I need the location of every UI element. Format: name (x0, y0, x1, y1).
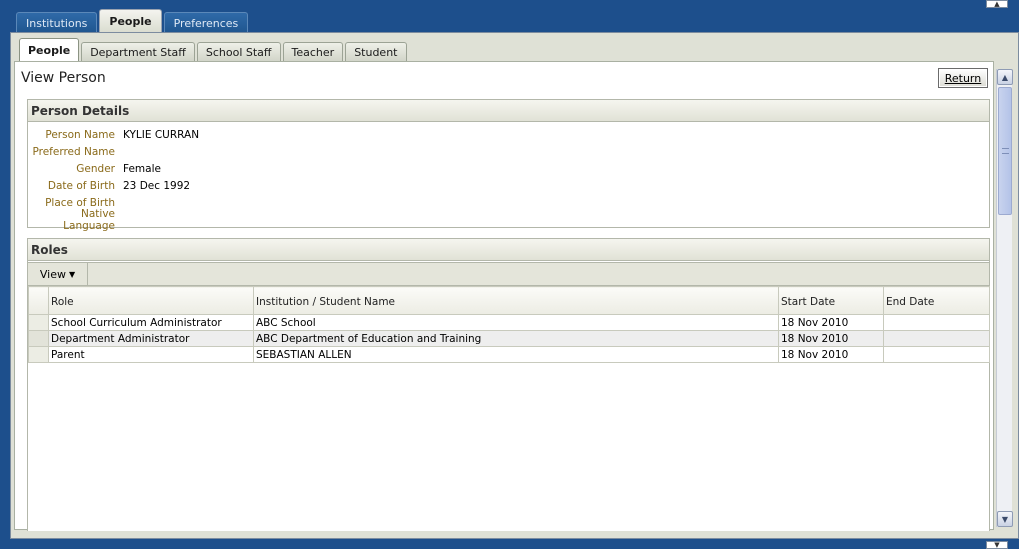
subtab-people[interactable]: People (19, 38, 80, 61)
field-place-of-birth: Place of Birth (28, 194, 989, 211)
tab-preferences[interactable]: Preferences (163, 12, 249, 33)
tab-institutions[interactable]: Institutions (16, 12, 98, 33)
content-area: View Person Return Person Details Person… (14, 61, 994, 531)
column-header-institution[interactable]: Institution / Student Name (253, 286, 779, 315)
end-date-cell (883, 346, 990, 363)
institution-cell: ABC Department of Education and Training (253, 330, 779, 347)
field-value: 23 Dec 1992 (123, 179, 191, 192)
table-row[interactable]: Parent SEBASTIAN ALLEN 18 Nov 2010 (28, 346, 990, 363)
table-row[interactable]: Department Administrator ABC Department … (28, 330, 990, 347)
row-selector-header (28, 286, 49, 315)
institution-cell: ABC School (253, 314, 779, 331)
institution-cell: SEBASTIAN ALLEN (253, 346, 779, 363)
subtab-school-staff[interactable]: School Staff (196, 42, 281, 61)
caret-down-icon: ▼ (68, 270, 76, 279)
window-up-button[interactable]: ▲ (986, 0, 1008, 8)
field-label: Native Language (63, 207, 115, 232)
row-selector[interactable] (28, 330, 49, 347)
window-down-button[interactable]: ▼ (986, 541, 1008, 549)
start-date-cell: 18 Nov 2010 (778, 314, 884, 331)
roles-toolbar: View ▼ (28, 262, 989, 286)
triangle-up-icon[interactable]: ▲ (997, 69, 1013, 85)
view-menu-label: View (39, 268, 66, 281)
table-row[interactable]: School Curriculum Administrator ABC Scho… (28, 314, 990, 331)
grip-icon (1002, 148, 1009, 154)
field-date-of-birth: Date of Birth 23 Dec 1992 (28, 177, 989, 194)
main-frame: People Department Staff School Staff Tea… (10, 32, 1019, 539)
triangle-down-icon[interactable]: ▼ (997, 511, 1013, 527)
start-date-cell: 18 Nov 2010 (778, 330, 884, 347)
vertical-scrollbar[interactable]: ▲ ▼ (996, 69, 1013, 527)
field-label: Gender (76, 162, 115, 175)
field-value: Female (123, 162, 161, 175)
scrollbar-thumb[interactable] (998, 87, 1012, 215)
subtab-teacher[interactable]: Teacher (282, 42, 344, 61)
sub-tab-bar: People Department Staff School Staff Tea… (19, 37, 409, 61)
tab-people[interactable]: People (99, 9, 162, 33)
return-button[interactable]: Return (938, 68, 988, 88)
roles-heading: Roles (28, 239, 989, 261)
roles-panel: Roles View ▼ Role Institution / Student … (27, 238, 990, 531)
field-person-name: Person Name KYLIE CURRAN (28, 126, 989, 143)
field-label: Person Name (45, 128, 115, 141)
role-cell: School Curriculum Administrator (48, 314, 254, 331)
top-tab-bar: Institutions People Preferences (16, 9, 250, 33)
end-date-cell (883, 330, 990, 347)
start-date-cell: 18 Nov 2010 (778, 346, 884, 363)
roles-table: Role Institution / Student Name Start Da… (28, 286, 990, 363)
role-cell: Parent (48, 346, 254, 363)
row-selector[interactable] (28, 314, 49, 331)
end-date-cell (883, 314, 990, 331)
field-preferred-name: Preferred Name (28, 143, 989, 160)
person-details-heading: Person Details (28, 100, 989, 122)
field-label: Preferred Name (32, 145, 115, 158)
subtab-department-staff[interactable]: Department Staff (81, 42, 195, 61)
person-details-panel: Person Details Person Name KYLIE CURRAN … (27, 99, 990, 232)
field-native-language: Native Language (28, 208, 989, 232)
row-selector[interactable] (28, 346, 49, 363)
subtab-student[interactable]: Student (345, 42, 407, 61)
field-gender: Gender Female (28, 160, 989, 177)
field-value: KYLIE CURRAN (123, 128, 200, 141)
role-cell: Department Administrator (48, 330, 254, 347)
page-title: View Person (21, 70, 106, 86)
column-header-role[interactable]: Role (48, 286, 254, 315)
field-label: Date of Birth (47, 179, 115, 192)
column-header-end-date[interactable]: End Date (883, 286, 990, 315)
view-menu-button[interactable]: View ▼ (28, 263, 88, 286)
return-button-label: Return (944, 71, 982, 85)
column-header-start-date[interactable]: Start Date (778, 286, 884, 315)
